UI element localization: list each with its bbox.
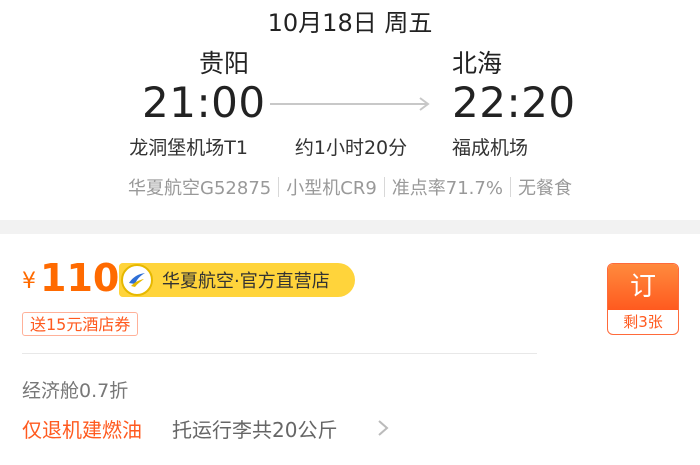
airline-flight-number: 华夏航空G52875 [128, 178, 272, 199]
cabin-class: 经济舱0.7折 [22, 380, 129, 402]
meta-divider [509, 177, 511, 197]
meta-divider [383, 177, 385, 197]
flight-duration: 约1小时20分 [294, 137, 408, 159]
book-button-label: 订 [608, 264, 678, 310]
flight-meta: 华夏航空G52875 小型机CR9 准点率71.7% 无餐食 [0, 174, 700, 200]
arrival-time: 22:20 [452, 78, 576, 127]
badge-label: 华夏航空·官方直营店 [162, 271, 330, 292]
flight-summary: 10月18日 周五 贵阳 北海 21:00 22:20 龙洞堡机场T1 约1小时… [0, 0, 700, 220]
arrival-city: 北海 [452, 49, 503, 78]
fare-card[interactable]: ¥110 华夏航空·官方直营店 送15元酒店券 经济舱0.7折 仅退机建燃油 托… [0, 234, 700, 465]
meta-divider [278, 177, 280, 197]
seats-left: 剩3张 [623, 313, 663, 331]
aircraft-type: 小型机CR9 [286, 178, 377, 199]
fare-price: ¥110 [22, 256, 119, 300]
departure-city: 贵阳 [198, 49, 249, 78]
chevron-right-icon[interactable] [376, 418, 390, 438]
official-store-badge: 华夏航空·官方直营店 [119, 263, 355, 297]
section-separator [0, 220, 700, 234]
route-arrow-icon [270, 97, 430, 111]
flight-detail-page: 10月18日 周五 贵阳 北海 21:00 22:20 龙洞堡机场T1 约1小时… [0, 0, 700, 465]
on-time-rate: 准点率71.7% [391, 178, 503, 199]
price-amount: 110 [40, 256, 120, 300]
fare-divider [22, 353, 537, 354]
book-button[interactable]: 订 剩3张 [607, 263, 679, 335]
refund-rule[interactable]: 仅退机建燃油 [22, 414, 142, 443]
flight-date: 10月18日 周五 [267, 9, 433, 37]
airline-logo-icon [121, 264, 153, 296]
departure-airport: 龙洞堡机场T1 [129, 137, 248, 159]
hotel-coupon-tag: 送15元酒店券 [22, 312, 139, 336]
baggage-allowance[interactable]: 托运行李共20公斤 [172, 414, 337, 443]
meal-info: 无餐食 [517, 178, 572, 199]
departure-time: 21:00 [142, 78, 266, 127]
arrival-airport: 福成机场 [452, 137, 529, 159]
currency-symbol: ¥ [22, 269, 36, 294]
